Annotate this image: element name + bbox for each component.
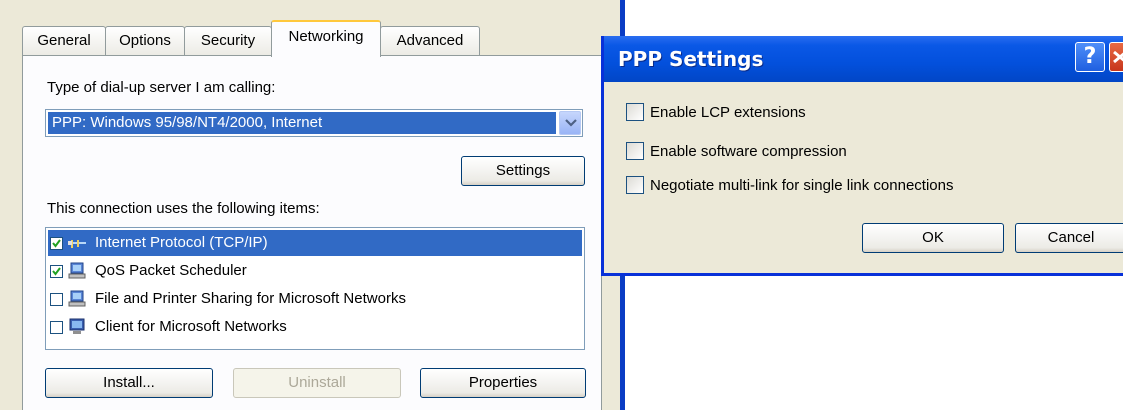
items-label: This connection uses the following items… <box>47 200 320 217</box>
dialog-title: PPP Settings <box>618 47 764 71</box>
close-icon <box>1113 50 1123 64</box>
list-item-file-printer-sharing[interactable]: File and Printer Sharing for Microsoft N… <box>48 286 582 312</box>
list-item-tcp-ip[interactable]: Internet Protocol (TCP/IP) <box>48 230 582 256</box>
ppp-settings-dialog: PPP Settings ? Enable LCP extensions Ena… <box>601 36 1123 276</box>
lcp-extensions-checkbox[interactable] <box>626 103 644 121</box>
item-checkbox[interactable] <box>50 236 63 250</box>
software-compression-label: Enable software compression <box>650 142 847 160</box>
connection-properties-window: General Options Security Networking Adva… <box>0 0 620 410</box>
network-protocol-icon <box>68 240 86 248</box>
option-multilink[interactable]: Negotiate multi-link for single link con… <box>626 176 953 194</box>
server-type-value: PPP: Windows 95/98/NT4/2000, Internet <box>48 112 556 134</box>
list-item-label: File and Printer Sharing for Microsoft N… <box>95 290 406 307</box>
ok-button[interactable]: OK <box>862 223 1004 253</box>
item-checkbox[interactable] <box>50 292 63 306</box>
install-button[interactable]: Install... <box>45 368 213 398</box>
list-item-label: Client for Microsoft Networks <box>95 318 287 335</box>
close-button[interactable] <box>1109 42 1123 72</box>
software-compression-checkbox[interactable] <box>626 142 644 160</box>
list-item-label: Internet Protocol (TCP/IP) <box>93 231 270 255</box>
components-list[interactable]: Internet Protocol (TCP/IP) QoS Packet Sc… <box>45 227 585 350</box>
properties-button[interactable]: Properties <box>420 368 586 398</box>
list-item-client-microsoft-networks[interactable]: Client for Microsoft Networks <box>48 314 582 340</box>
multilink-checkbox[interactable] <box>626 176 644 194</box>
server-type-dropdown[interactable]: PPP: Windows 95/98/NT4/2000, Internet <box>45 109 583 137</box>
checkmark-icon <box>52 266 61 276</box>
checkmark-icon <box>52 238 61 248</box>
lcp-extensions-label: Enable LCP extensions <box>650 103 806 121</box>
dropdown-arrow-button[interactable] <box>559 111 581 135</box>
item-checkbox[interactable] <box>50 264 63 278</box>
item-checkbox[interactable] <box>50 320 63 334</box>
chevron-down-icon <box>565 119 577 127</box>
networking-tab-page: Type of dial-up server I am calling: PPP… <box>22 55 602 410</box>
network-service-icon <box>68 262 86 279</box>
network-service-icon <box>68 290 86 307</box>
network-client-icon <box>69 318 85 334</box>
option-software-compression[interactable]: Enable software compression <box>626 142 847 160</box>
uninstall-button[interactable]: Uninstall <box>233 368 401 398</box>
tab-networking[interactable]: Networking <box>271 20 381 57</box>
tab-options[interactable]: Options <box>105 26 185 55</box>
tab-advanced[interactable]: Advanced <box>380 26 480 55</box>
list-item-label: QoS Packet Scheduler <box>95 262 247 279</box>
cancel-button[interactable]: Cancel <box>1015 223 1123 253</box>
help-button[interactable]: ? <box>1075 42 1105 72</box>
multilink-label: Negotiate multi-link for single link con… <box>650 176 954 194</box>
option-lcp-extensions[interactable]: Enable LCP extensions <box>626 103 806 121</box>
screenshot-canvas: General Options Security Networking Adva… <box>0 0 1123 410</box>
settings-button[interactable]: Settings <box>461 156 585 186</box>
list-item-qos[interactable]: QoS Packet Scheduler <box>48 258 582 284</box>
dialog-titlebar[interactable]: PPP Settings ? <box>604 36 1123 82</box>
tab-general[interactable]: General <box>22 26 106 55</box>
server-type-label: Type of dial-up server I am calling: <box>47 79 276 96</box>
tab-security[interactable]: Security <box>184 26 272 55</box>
help-icon: ? <box>1083 44 1097 69</box>
